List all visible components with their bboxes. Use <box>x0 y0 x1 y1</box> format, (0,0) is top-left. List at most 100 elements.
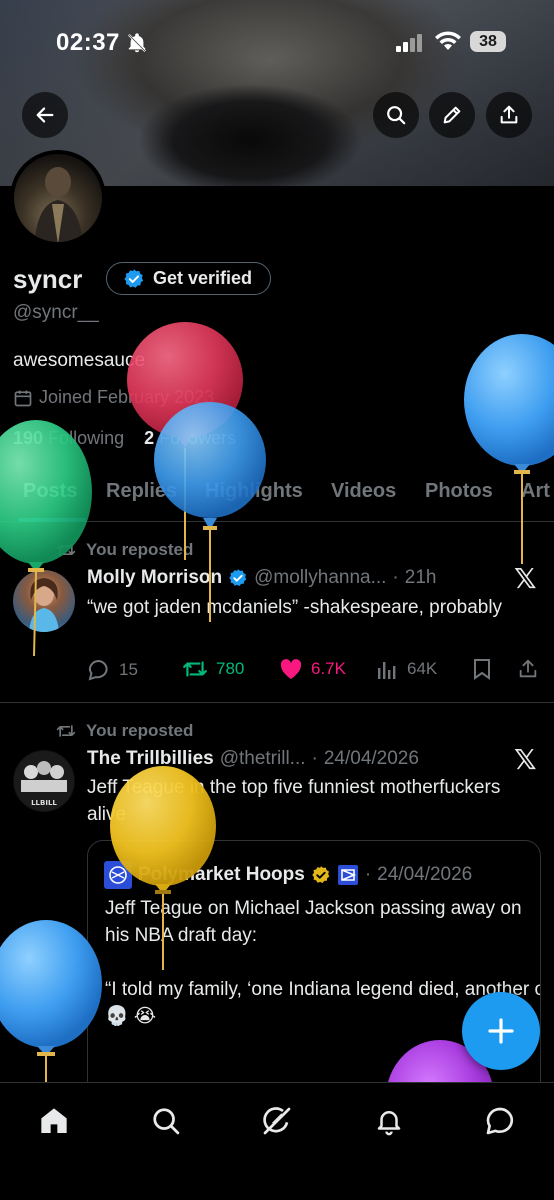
quote-line-2: “I told my family, ‘one Indiana legend d… <box>105 979 540 1000</box>
bookmark-button[interactable] <box>472 658 492 680</box>
share-button[interactable] <box>486 92 532 138</box>
repost-icon <box>183 661 207 677</box>
bell-muted-icon <box>126 32 148 59</box>
status-time: 02:37 <box>56 29 120 56</box>
repost-icon <box>56 725 76 737</box>
post-author[interactable]: Molly Morrison <box>87 567 222 589</box>
quote-header: Polymarket Hoops · 24/04/2026 <box>104 861 472 889</box>
edit-button[interactable] <box>429 92 475 138</box>
cellular-signal-icon <box>396 34 424 57</box>
joined-label: Joined February 2023 <box>39 387 215 407</box>
profile-name: syncr <box>13 264 83 294</box>
post-dot: · <box>392 567 399 588</box>
nav-search[interactable] <box>146 1101 186 1141</box>
status-bar: 02:37 38 <box>0 0 554 86</box>
get-verified-label: Get verified <box>153 268 253 288</box>
post-divider <box>0 702 554 703</box>
following-link[interactable]: 190 Following <box>13 428 124 448</box>
following-label: Following <box>48 428 125 448</box>
followers-link[interactable]: 2 Followers <box>144 428 236 448</box>
calendar-icon <box>14 390 32 406</box>
repost-button[interactable]: 780 <box>182 658 244 680</box>
followers-label: Followers <box>159 428 237 448</box>
profile-tabs: Posts Replies Highlights Videos Photos A… <box>0 474 554 522</box>
wifi-icon <box>434 30 462 57</box>
post-handle: @mollyhanna... <box>254 567 387 588</box>
like-count: 6.7K <box>311 659 346 678</box>
repost-indicator: You reposted <box>56 721 193 741</box>
like-button[interactable]: 6.7K <box>279 658 346 680</box>
post-text: “we got jaden mcdaniels” -shakespeare, p… <box>87 597 503 618</box>
views-button[interactable]: 64K <box>377 658 437 680</box>
repost-count: 780 <box>216 659 245 678</box>
joined-date: Joined February 2023 <box>13 387 214 408</box>
home-icon <box>41 1108 67 1133</box>
follow-stats: 190 Following 2 Followers <box>13 428 236 449</box>
profile-avatar[interactable] <box>10 150 106 246</box>
bell-icon <box>377 1111 401 1136</box>
quote-text: Jeff Teague on Michael Jackson passing a… <box>105 895 540 1030</box>
get-verified-button[interactable]: Get verified <box>106 262 271 295</box>
compose-post-button[interactable] <box>462 992 540 1070</box>
bottom-navigation <box>0 1082 554 1200</box>
followers-count: 2 <box>144 428 155 448</box>
reply-icon <box>88 659 108 681</box>
share-post-button[interactable] <box>517 658 539 680</box>
view-count: 64K <box>407 659 438 678</box>
bookmark-icon <box>474 659 490 680</box>
repost-label: You reposted <box>86 540 194 559</box>
battery-indicator: 38 <box>470 31 506 52</box>
heart-icon <box>280 659 302 679</box>
profile-handle: @syncr__ <box>13 302 99 323</box>
search-icon <box>387 106 406 125</box>
post-avatar[interactable]: LLBILL <box>13 750 75 812</box>
plus-icon <box>488 1018 514 1044</box>
arrow-left-icon <box>36 107 54 123</box>
quoted-post[interactable]: Polymarket Hoops · 24/04/2026 Jeff Teagu… <box>87 840 541 1100</box>
x-logo-icon: 𝕏 <box>514 563 537 594</box>
repost-label: You reposted <box>86 721 194 740</box>
active-tab-indicator <box>18 518 86 522</box>
affiliate-badge-icon <box>337 865 358 885</box>
post-text: Jeff Teague in the top five funniest mot… <box>87 777 501 825</box>
repost-icon <box>56 544 76 556</box>
share-icon <box>500 105 518 124</box>
x-logo-icon: 𝕏 <box>514 744 537 775</box>
post-author[interactable]: The Trillbillies <box>87 748 214 770</box>
reply-button[interactable]: 15 <box>87 658 138 682</box>
search-icon <box>153 1108 180 1135</box>
following-count: 190 <box>13 428 44 448</box>
profile-bio: awesomesauce <box>13 350 146 371</box>
repost-indicator: You reposted <box>56 540 193 560</box>
polymarket-avatar-icon <box>104 861 132 889</box>
tab-art[interactable]: Art <box>521 480 550 503</box>
views-icon <box>378 662 396 679</box>
chat-bubble-icon <box>486 1107 514 1135</box>
verified-badge-icon <box>124 268 144 288</box>
verified-badge-icon <box>229 569 247 586</box>
post-time: 24/04/2026 <box>323 748 419 769</box>
pencil-icon <box>443 106 461 124</box>
tab-posts[interactable]: Posts <box>23 480 77 503</box>
back-button[interactable] <box>22 92 68 138</box>
post-header: The Trillbillies @thetrill... · 24/04/20… <box>87 748 419 770</box>
quote-line-1: Jeff Teague on Michael Jackson passing a… <box>105 898 522 946</box>
post-avatar[interactable] <box>13 570 75 632</box>
tab-highlights[interactable]: Highlights <box>205 480 303 503</box>
nav-home[interactable] <box>34 1101 74 1141</box>
tab-replies[interactable]: Replies <box>106 480 177 503</box>
nav-grok[interactable] <box>257 1101 297 1141</box>
nav-messages[interactable] <box>480 1101 520 1141</box>
gold-verified-badge-icon <box>312 866 330 883</box>
avatar-logo-text: LLBILL <box>31 799 57 807</box>
search-button[interactable] <box>373 92 419 138</box>
post-dot: · <box>311 748 318 769</box>
quote-time: 24/04/2026 <box>377 864 473 885</box>
tab-videos[interactable]: Videos <box>331 480 396 503</box>
reply-count: 15 <box>119 660 138 679</box>
tab-photos[interactable]: Photos <box>425 480 493 503</box>
post-time: 21h <box>404 567 437 588</box>
nav-notifications[interactable] <box>369 1101 409 1141</box>
quote-author[interactable]: Polymarket Hoops <box>138 864 305 886</box>
quote-dot: · <box>364 864 372 885</box>
